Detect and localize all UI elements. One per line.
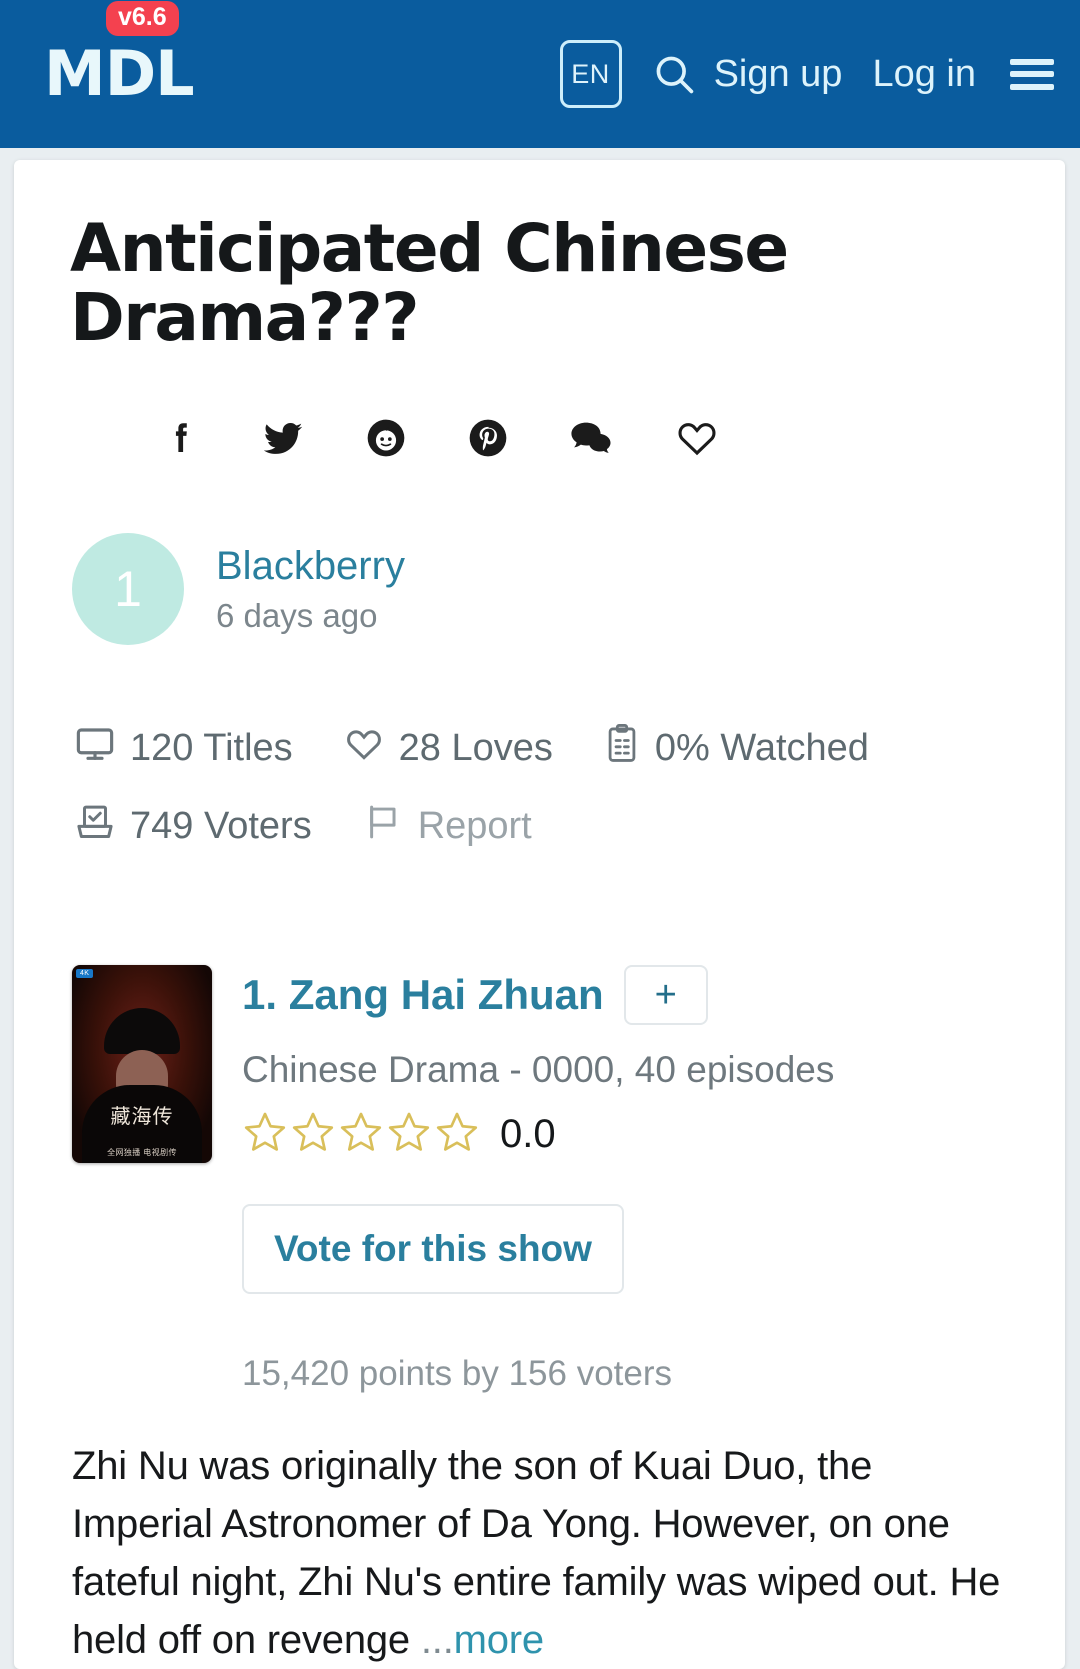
star-icon[interactable] [386, 1109, 432, 1160]
heart-icon [343, 724, 385, 774]
ballot-box-icon [74, 801, 116, 853]
star-icon[interactable] [338, 1109, 384, 1160]
poster-badge: 4K [76, 968, 94, 978]
comments-icon[interactable] [568, 417, 616, 459]
poster-chinese-subtitle: 全网独播 电视剧传 [107, 1147, 177, 1157]
nav-actions: EN Sign up Log in [559, 40, 1054, 108]
drama-meta: Chinese Drama - 0000, 40 episodes [242, 1048, 835, 1090]
star-rating[interactable] [242, 1109, 480, 1160]
vote-button[interactable]: Vote for this show [242, 1203, 624, 1294]
language-selector[interactable]: EN [559, 40, 622, 108]
pinterest-icon[interactable] [466, 416, 510, 460]
version-badge: v6.6 [106, 1, 179, 36]
report-action[interactable]: Report [362, 801, 532, 853]
heart-icon[interactable] [674, 416, 720, 460]
signup-link[interactable]: Sign up [714, 55, 843, 93]
burger-line [1010, 58, 1054, 65]
rating-row: 0.0 [242, 1109, 1017, 1160]
drama-title-link[interactable]: 1. Zang Hai Zhuan [242, 971, 604, 1019]
add-to-list-button[interactable]: + [623, 964, 708, 1025]
author-info: Blackberry 6 days ago [216, 543, 405, 635]
stat-watched-label: 0% Watched [654, 727, 869, 770]
logo-text: MDL [44, 37, 195, 110]
vote-row: Vote for this show 15,420 points by 156 … [242, 1203, 1017, 1397]
list-card: Anticipated Chinese Drama??? 1 Blackberr… [14, 160, 1065, 1669]
share-bar [62, 415, 1017, 461]
author-name-link[interactable]: Blackberry [216, 543, 405, 589]
stat-titles: 120 Titles [74, 723, 293, 775]
list-item: 4K 藏海传 全网独播 电视剧传 1. Zang Hai Zhuan + Chi… [62, 964, 1017, 1397]
posted-date: 6 days ago [216, 596, 378, 634]
drama-poster[interactable]: 4K 藏海传 全网独播 电视剧传 [72, 964, 212, 1163]
hamburger-menu-icon[interactable] [1010, 58, 1054, 90]
search-and-signup: Sign up [652, 52, 843, 96]
author-block: 1 Blackberry 6 days ago [62, 532, 1017, 645]
facebook-icon[interactable] [160, 417, 202, 459]
page-title: Anticipated Chinese Drama??? [70, 210, 789, 357]
top-navigation-bar: MDL v6.6 EN Sign up Log in [0, 0, 1080, 148]
twitter-icon[interactable] [260, 415, 306, 461]
report-label: Report [417, 805, 532, 848]
rating-value: 0.0 [500, 1111, 556, 1156]
star-icon[interactable] [290, 1109, 336, 1160]
login-link[interactable]: Log in [872, 55, 976, 93]
avatar[interactable]: 1 [72, 532, 184, 645]
star-icon[interactable] [242, 1109, 288, 1160]
list-stats: 120 Titles 28 Loves 0% Watched 749 Voter… [62, 723, 1017, 853]
read-more-link[interactable]: more [454, 1618, 545, 1662]
stat-titles-label: 120 Titles [130, 727, 293, 770]
stat-loves-label: 28 Loves [398, 727, 553, 770]
site-logo[interactable]: MDL v6.6 [44, 1, 195, 110]
synopsis-ellipsis: ... [420, 1617, 454, 1662]
entry-details: 1. Zang Hai Zhuan + Chinese Drama - 0000… [242, 964, 1017, 1397]
burger-line [1010, 71, 1054, 77]
search-icon[interactable] [652, 52, 696, 96]
stat-voters-label: 749 Voters [130, 805, 312, 848]
monitor-icon [74, 723, 116, 775]
burger-line [1010, 83, 1054, 90]
poster-art-hat [104, 1008, 180, 1055]
clipboard-icon [603, 723, 641, 775]
stat-voters: 749 Voters [74, 801, 312, 853]
stat-loves: 28 Loves [343, 723, 553, 775]
stat-watched: 0% Watched [603, 723, 869, 775]
poster-chinese-title: 藏海传 [110, 1103, 174, 1128]
entry-title-row: 1. Zang Hai Zhuan + [242, 964, 1017, 1025]
star-icon[interactable] [434, 1109, 480, 1160]
points-text: 15,420 points by 156 voters [242, 1353, 673, 1393]
synopsis: Zhi Nu was originally the son of Kuai Du… [62, 1437, 1017, 1669]
flag-icon [362, 801, 404, 853]
reddit-icon[interactable] [364, 416, 408, 460]
